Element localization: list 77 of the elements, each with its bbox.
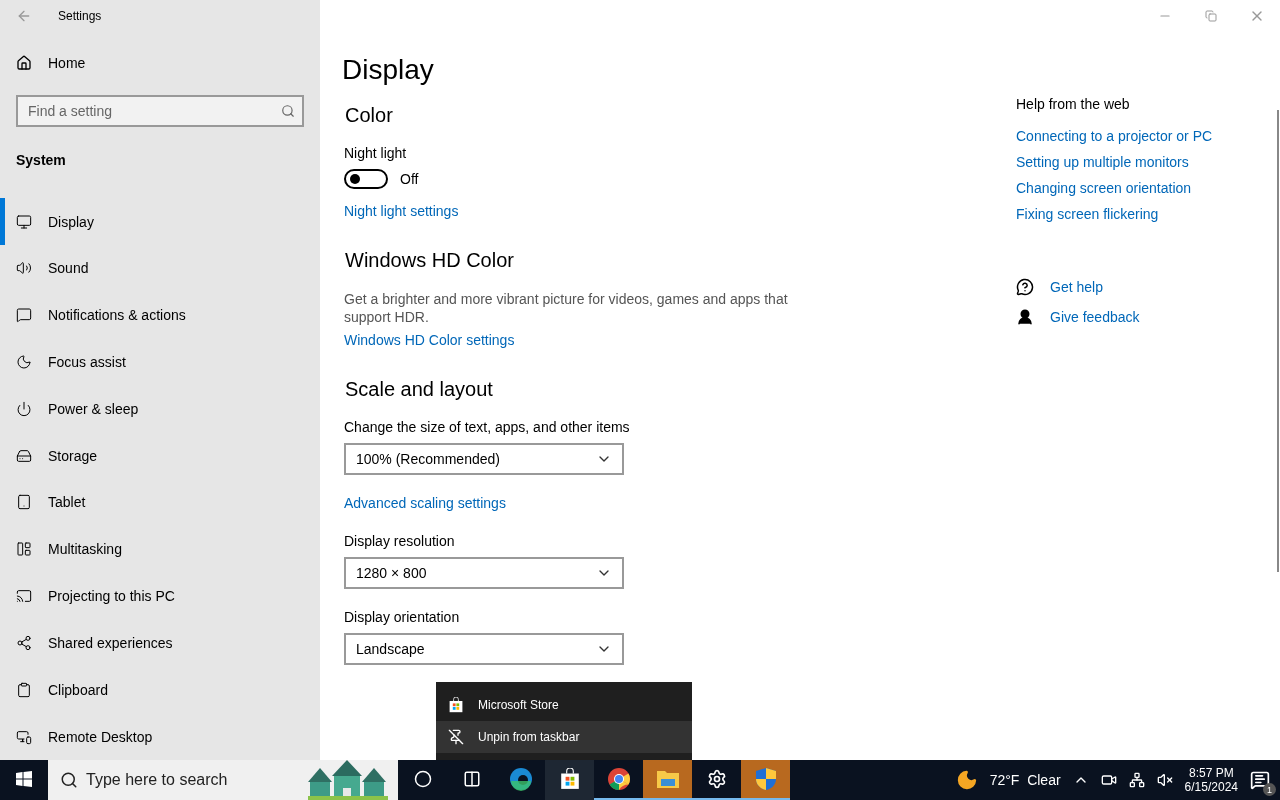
help-link[interactable]: Fixing screen flickering xyxy=(1016,206,1159,222)
share-icon xyxy=(16,634,32,651)
sidebar-item[interactable]: Storage xyxy=(0,432,320,480)
window-title: Settings xyxy=(58,8,102,23)
sidebar-item[interactable]: Multitasking xyxy=(0,525,320,573)
moon-icon xyxy=(16,354,32,371)
edge-browser-icon[interactable] xyxy=(508,767,533,791)
field-label: Display resolution xyxy=(344,533,456,549)
clock[interactable]: 8:57 PM 6/15/2024 xyxy=(1184,766,1238,794)
muted-speaker-icon[interactable] xyxy=(1156,772,1173,788)
help-action-link[interactable]: Give feedback xyxy=(1050,309,1140,325)
remote-icon xyxy=(16,728,32,745)
message-icon xyxy=(16,307,32,324)
page-title: Display xyxy=(342,54,435,86)
help-icon xyxy=(1016,278,1034,296)
search-field[interactable]: Find a setting xyxy=(16,95,304,128)
sidebar-item[interactable]: Remote Desktop xyxy=(0,713,320,760)
description-text: Get a brighter and more vibrant picture for videos, games and apps that support HDR. xyxy=(344,290,789,326)
dropdown[interactable]: 1280 × 800 xyxy=(344,557,624,589)
search-icon[interactable] xyxy=(60,771,78,789)
camera-icon[interactable] xyxy=(1100,772,1117,788)
restore-icon xyxy=(1205,10,1217,22)
speaker-icon xyxy=(16,260,32,277)
network-icon[interactable] xyxy=(1128,772,1145,788)
scrollbar[interactable] xyxy=(1277,110,1279,572)
home-icon xyxy=(16,55,32,72)
toggle-switch[interactable] xyxy=(344,169,388,189)
section-heading: Color xyxy=(345,104,394,127)
dropdown[interactable]: 100% (Recommended) xyxy=(344,443,624,475)
field-label: Display orientation xyxy=(344,609,461,625)
sidebar-item[interactable]: Tablet xyxy=(0,479,320,526)
settings-link[interactable]: Advanced scaling settings xyxy=(344,495,506,511)
tablet-icon xyxy=(16,494,32,511)
sidebar-item[interactable]: Notifications & actions xyxy=(0,291,320,339)
home-item[interactable]: Home xyxy=(0,31,320,82)
power-icon xyxy=(16,400,32,417)
field-label: Change the size of text, apps, and other items xyxy=(344,419,631,435)
notification-badge: 1 xyxy=(1263,783,1276,796)
sidebar-item[interactable]: Power & sleep xyxy=(0,385,320,433)
folder-icon[interactable] xyxy=(655,769,680,789)
moon-icon[interactable] xyxy=(955,769,978,791)
sidebar-item[interactable]: Focus assist xyxy=(0,338,320,386)
shield-icon[interactable] xyxy=(754,767,777,791)
task-view-icon[interactable] xyxy=(462,770,481,788)
help-link[interactable]: Setting up multiple monitors xyxy=(1016,154,1189,170)
chrome-browser-icon[interactable] xyxy=(606,767,631,791)
cast-icon xyxy=(16,588,32,605)
help-heading: Help from the web xyxy=(1016,96,1131,112)
settings-icon[interactable] xyxy=(706,769,727,789)
sidebar-item[interactable]: Shared experiences xyxy=(0,619,320,667)
storage-icon xyxy=(16,447,32,464)
store-icon xyxy=(448,697,464,713)
dropdown[interactable]: Landscape xyxy=(344,633,624,665)
section-heading: Windows HD Color xyxy=(345,249,515,272)
section-heading: System xyxy=(15,151,67,171)
sidebar-item[interactable]: Clipboard xyxy=(0,666,320,714)
settings-link[interactable]: Windows HD Color settings xyxy=(344,332,515,348)
help-link[interactable]: Connecting to a projector or PC xyxy=(1016,128,1213,144)
layout-icon xyxy=(16,541,32,558)
monitor-icon xyxy=(16,213,32,230)
windows-logo-icon[interactable] xyxy=(16,771,32,787)
menu-item[interactable]: Microsoft Store xyxy=(436,689,692,721)
feedback-icon xyxy=(1016,308,1034,326)
toggle-state: Off xyxy=(400,171,419,187)
cortana-icon[interactable] xyxy=(413,770,432,788)
weather-text[interactable]: 72°F Clear xyxy=(989,772,1061,788)
menu-item[interactable]: Unpin from taskbar xyxy=(436,721,692,753)
help-action-link[interactable]: Get help xyxy=(1050,279,1103,295)
unpin-icon xyxy=(448,729,464,745)
clipboard-icon xyxy=(16,681,32,698)
field-label: Night light xyxy=(344,145,408,161)
settings-link[interactable]: Night light settings xyxy=(344,203,459,219)
sidebar-item[interactable]: Sound xyxy=(0,245,320,292)
store-icon[interactable] xyxy=(558,768,581,790)
help-link[interactable]: Changing screen orientation xyxy=(1016,180,1192,196)
sidebar-item[interactable]: Projecting to this PC xyxy=(0,572,320,620)
section-heading: Scale and layout xyxy=(345,378,494,401)
